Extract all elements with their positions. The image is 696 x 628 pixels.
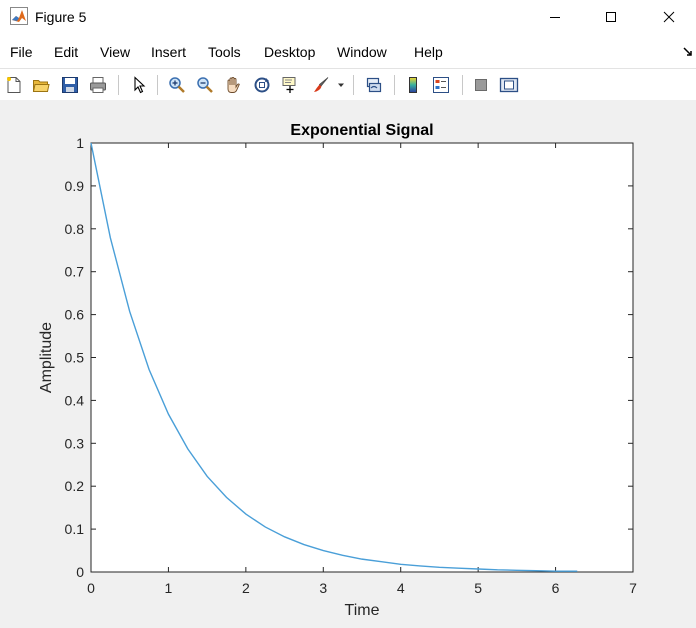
legend-button[interactable] bbox=[430, 74, 452, 96]
y-tick-label: 0.8 bbox=[65, 221, 85, 237]
toolbar-separator bbox=[462, 75, 463, 95]
chevron-down-icon bbox=[338, 83, 344, 87]
x-tick-label: 6 bbox=[552, 580, 560, 596]
show-plot-tools-icon bbox=[499, 77, 519, 93]
menu-insert[interactable]: Insert bbox=[151, 44, 186, 60]
hide-plot-tools-button[interactable] bbox=[470, 74, 492, 96]
menu-window[interactable]: Window bbox=[337, 44, 387, 60]
pan-hand-icon bbox=[227, 77, 240, 93]
zoom-in-icon bbox=[169, 77, 185, 93]
select-arrow-button[interactable] bbox=[128, 74, 150, 96]
rotate-3d-button[interactable] bbox=[251, 74, 273, 96]
maximize-icon bbox=[606, 12, 616, 22]
toolbar-separator bbox=[157, 75, 158, 95]
zoom-out-button[interactable] bbox=[194, 74, 216, 96]
brush-icon bbox=[314, 77, 329, 92]
menu-tools[interactable]: Tools bbox=[208, 44, 241, 60]
y-axis-label: Amplitude bbox=[38, 322, 55, 393]
toolbar-separator bbox=[118, 75, 119, 95]
x-axis-label: Time bbox=[345, 602, 380, 619]
window-title: Figure 5 bbox=[35, 9, 87, 25]
legend-icon bbox=[433, 77, 449, 93]
x-tick-label: 0 bbox=[87, 580, 95, 596]
title-bar: Figure 5 bbox=[0, 0, 696, 34]
zoom-out-icon bbox=[197, 77, 213, 93]
data-cursor-button[interactable] bbox=[279, 74, 301, 96]
show-plot-tools-button[interactable] bbox=[498, 74, 520, 96]
exponential-signal-chart[interactable]: 0 1 2 3 4 5 6 7 0 0.1 0.2 0.3 0.4 0.5 0.6 0.7 0.8 0.9 1 Exp… bbox=[0, 100, 696, 628]
y-tick-label: 0.2 bbox=[65, 478, 85, 494]
x-tick-label: 7 bbox=[629, 580, 637, 596]
new-figure-icon bbox=[7, 77, 21, 93]
close-icon bbox=[663, 11, 675, 23]
y-tick-label: 0.7 bbox=[65, 264, 85, 280]
x-tick-label: 4 bbox=[397, 580, 405, 596]
y-tick-label: 0.4 bbox=[65, 392, 85, 408]
open-file-icon bbox=[32, 80, 50, 92]
y-tick-label: 0.6 bbox=[65, 307, 85, 323]
hide-plot-tools-icon bbox=[475, 79, 487, 91]
save-button[interactable] bbox=[59, 74, 81, 96]
y-tick-label: 0 bbox=[76, 564, 84, 580]
x-tick-label: 5 bbox=[474, 580, 482, 596]
pan-button[interactable] bbox=[222, 74, 244, 96]
select-arrow-icon bbox=[134, 76, 146, 94]
save-icon bbox=[62, 77, 78, 93]
y-tick-label: 0.5 bbox=[65, 350, 85, 366]
data-cursor-icon bbox=[282, 77, 296, 93]
menu-bar: File Edit View Insert Tools Desktop Wind… bbox=[0, 34, 696, 68]
toolbar-separator bbox=[353, 75, 354, 95]
chart-title: Exponential Signal bbox=[290, 122, 433, 139]
x-tick-label: 1 bbox=[165, 580, 173, 596]
matlab-icon bbox=[10, 7, 28, 25]
close-button[interactable] bbox=[646, 0, 692, 34]
open-file-button[interactable] bbox=[30, 74, 52, 96]
y-tick-label: 0.9 bbox=[65, 178, 85, 194]
link-plot-button[interactable] bbox=[363, 74, 385, 96]
axes-box[interactable] bbox=[90, 142, 634, 573]
minimize-button[interactable] bbox=[532, 0, 578, 34]
figure-toolbar bbox=[0, 68, 696, 100]
menu-edit[interactable]: Edit bbox=[54, 44, 78, 60]
y-tick-label: 0.1 bbox=[65, 521, 85, 537]
brush-button[interactable] bbox=[310, 74, 332, 96]
x-tick-label: 2 bbox=[242, 580, 250, 596]
rotate-3d-icon bbox=[254, 77, 270, 93]
dock-arrow-icon[interactable] bbox=[682, 46, 694, 58]
x-tick-label: 3 bbox=[319, 580, 327, 596]
link-plot-icon bbox=[366, 77, 382, 93]
menu-file[interactable]: File bbox=[10, 44, 33, 60]
y-tick-label: 0.3 bbox=[65, 435, 85, 451]
toolbar-separator bbox=[394, 75, 395, 95]
zoom-in-button[interactable] bbox=[166, 74, 188, 96]
menu-view[interactable]: View bbox=[100, 44, 130, 60]
print-button[interactable] bbox=[87, 74, 109, 96]
minimize-icon bbox=[550, 17, 560, 18]
maximize-button[interactable] bbox=[588, 0, 634, 34]
figure-canvas: 0 1 2 3 4 5 6 7 0 0.1 0.2 0.3 0.4 0.5 0.6 0.7 0.8 0.9 1 Exp… bbox=[0, 100, 696, 628]
print-icon bbox=[90, 77, 106, 93]
menu-help[interactable]: Help bbox=[414, 44, 443, 60]
colorbar-button[interactable] bbox=[402, 74, 424, 96]
brush-dropdown-button[interactable] bbox=[334, 74, 348, 96]
y-tick-label: 1 bbox=[76, 135, 84, 151]
menu-desktop[interactable]: Desktop bbox=[264, 44, 315, 60]
colorbar-icon bbox=[409, 77, 417, 93]
new-figure-button[interactable] bbox=[3, 74, 25, 96]
